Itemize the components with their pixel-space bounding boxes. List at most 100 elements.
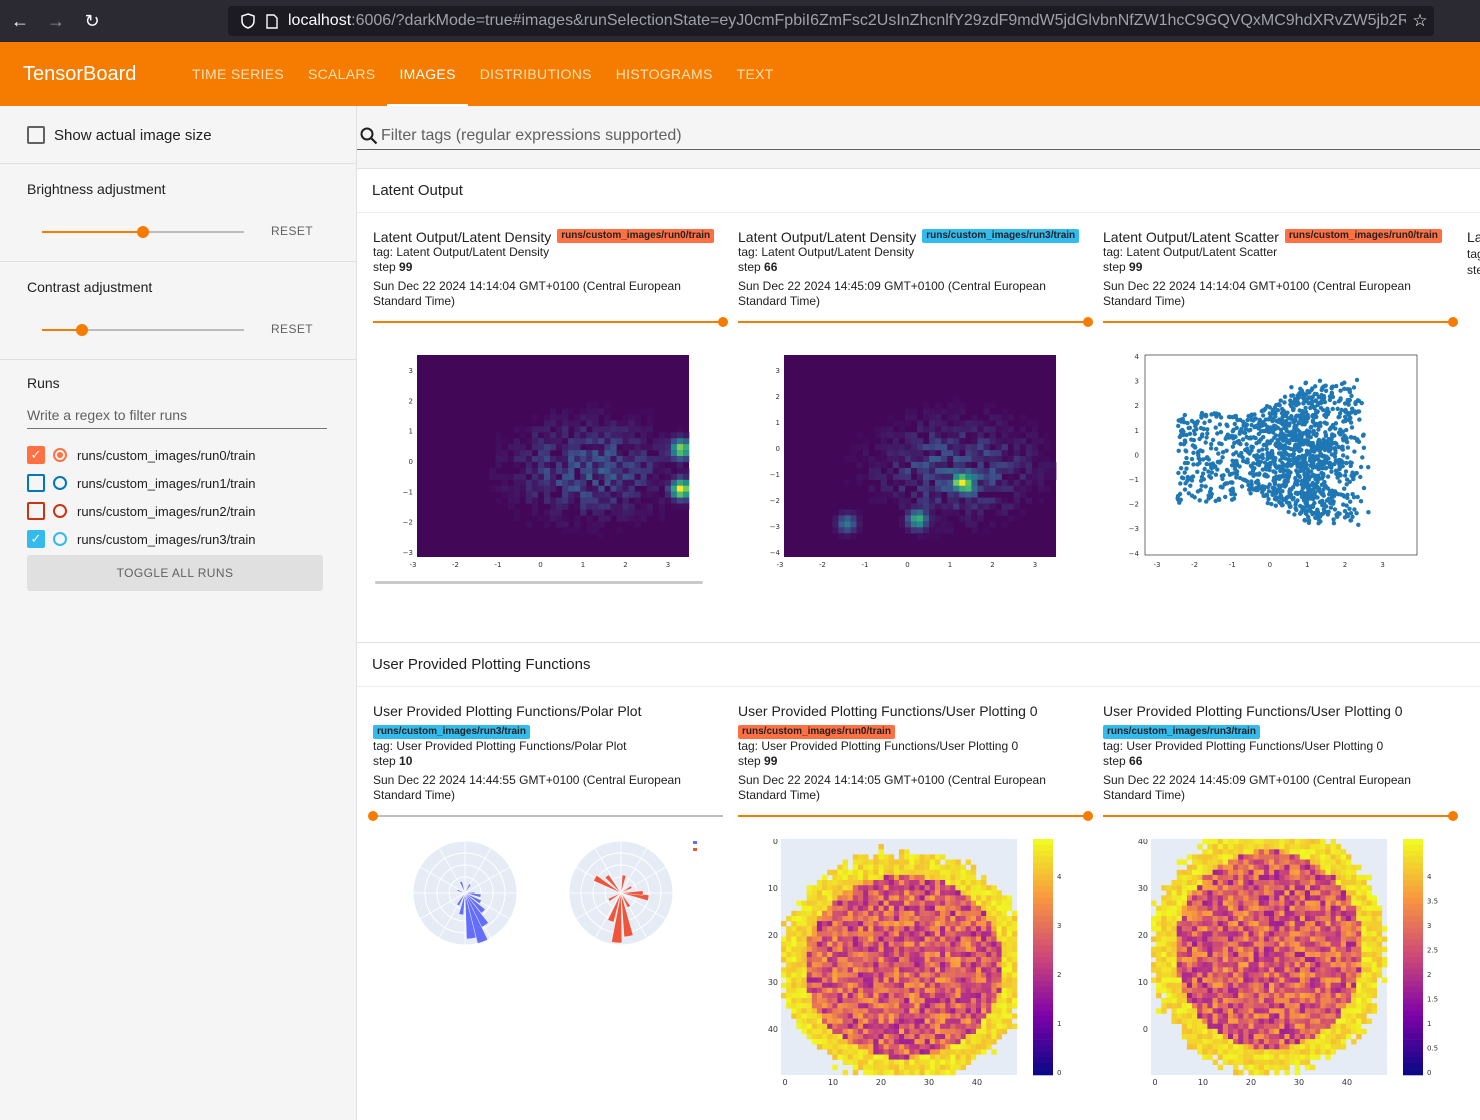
step-slider-thumb[interactable] [1448,317,1458,327]
tab-text[interactable]: TEXT [725,42,786,106]
heat-cell [832,987,838,994]
heat-cell [914,1059,920,1065]
tick-label: 3 [1135,378,1139,386]
scatter-point [1210,437,1216,443]
run-checkbox[interactable]: ✓ [27,446,45,464]
heat-cell [1212,864,1218,871]
heat-cell [873,1028,879,1035]
step-slider[interactable] [1103,809,1458,823]
step-slider[interactable] [368,809,723,823]
heat-cell [1192,910,1198,917]
run-row[interactable]: runs/custom_images/run2/train [27,497,329,525]
toggle-all-runs-button[interactable]: TOGGLE ALL RUNS [27,555,323,591]
density-cell [531,414,539,421]
run-checkbox[interactable] [27,502,45,520]
step-slider-thumb[interactable] [1083,811,1093,821]
show-actual-size-checkbox[interactable]: Show actual image size [27,106,329,164]
step-slider-thumb[interactable] [718,317,728,327]
heat-cell [950,926,956,932]
tab-distributions[interactable]: DISTRIBUTIONS [468,42,604,106]
scatter-point [1298,442,1303,447]
heat-cell [1202,1054,1208,1060]
scatter-point [1267,411,1272,416]
density-cell [1001,503,1008,510]
brightness-slider[interactable] [42,226,244,238]
forward-arrow-icon[interactable]: → [38,0,74,42]
heat-cell [837,982,843,989]
scatter-point [1256,448,1261,454]
brightness-reset-button[interactable]: RESET [271,224,313,238]
heat-cell [1171,977,1177,983]
step-slider[interactable] [1103,315,1458,329]
step-slider[interactable] [738,315,1093,329]
step-slider[interactable] [373,315,728,329]
shield-icon[interactable] [236,13,260,29]
heat-cell [888,936,895,942]
group-title[interactable]: User Provided Plotting Functions [357,643,1480,687]
tab-histograms[interactable]: HISTOGRAMS [604,42,725,106]
tick-label: 1 [948,561,952,569]
run-color-radio[interactable] [53,532,67,546]
heat-cell [781,951,787,958]
contrast-slider[interactable] [42,324,244,336]
url-bar[interactable]: localhost:6006/?darkMode=true#images&run… [228,6,1434,36]
heat-cell [1156,962,1162,968]
contrast-reset-button[interactable]: RESET [271,322,313,336]
card-scrollbar[interactable] [375,581,703,584]
run-color-radio[interactable] [53,476,67,490]
contrast-slider-thumb[interactable] [76,324,89,336]
run-filter-input[interactable] [27,401,327,429]
density-cell [1001,414,1008,421]
run-color-radio[interactable] [53,448,67,462]
run-checkbox[interactable]: ✓ [27,530,45,548]
run-row[interactable]: ✓ runs/custom_images/run0/train [27,441,329,469]
density-cell [628,438,635,445]
heat-cell [852,946,859,953]
density-cell [971,515,978,522]
tab-scalars[interactable]: SCALARS [296,42,387,106]
density-cell [1025,467,1033,475]
bookmark-star-icon[interactable]: ☆ [1406,6,1434,36]
heat-cell [1202,926,1208,932]
heat-cell [950,885,956,891]
back-arrow-icon[interactable]: ← [2,0,38,42]
heat-cell [1217,1054,1224,1060]
scatter-point [1280,502,1285,508]
density-cell [1043,438,1051,445]
step-slider-thumb[interactable] [1448,811,1458,821]
run-checkbox[interactable] [27,474,45,492]
page-icon[interactable] [260,13,284,29]
heat-cell [899,905,905,912]
scatter-point [1301,463,1306,468]
run-row[interactable]: ✓ runs/custom_images/run3/train [27,525,329,553]
density-cell [989,450,996,457]
heat-cell [914,1023,920,1030]
density-cell [676,473,684,480]
heat-cell [914,941,920,947]
density-cell [550,479,557,486]
tag-filter-input[interactable] [381,126,1281,145]
density-cell [610,497,617,504]
heat-cell [842,1059,848,1065]
brightness-slider-thumb[interactable] [137,226,149,238]
density-cell [971,456,978,463]
scatter-point [1286,509,1291,515]
tab-images[interactable]: IMAGES [387,42,468,106]
group-title[interactable]: Latent Output [357,169,1480,213]
heat-cell [1207,962,1213,968]
heat-cell [919,1023,925,1030]
step-slider-thumb[interactable] [368,811,378,821]
heat-cell [1192,982,1198,989]
run-color-radio[interactable] [53,504,67,518]
step-slider-thumb[interactable] [1083,317,1093,327]
tab-time-series[interactable]: TIME SERIES [180,42,296,106]
heat-cell [1006,977,1013,983]
heat-cell [981,982,987,989]
density-cell [929,497,936,504]
step-slider[interactable] [738,809,1093,823]
reload-icon[interactable]: ↻ [74,0,110,42]
heat-cell [827,998,833,1004]
density-cell [640,509,647,516]
checkbox-box[interactable] [27,126,45,144]
run-row[interactable]: runs/custom_images/run1/train [27,469,329,497]
